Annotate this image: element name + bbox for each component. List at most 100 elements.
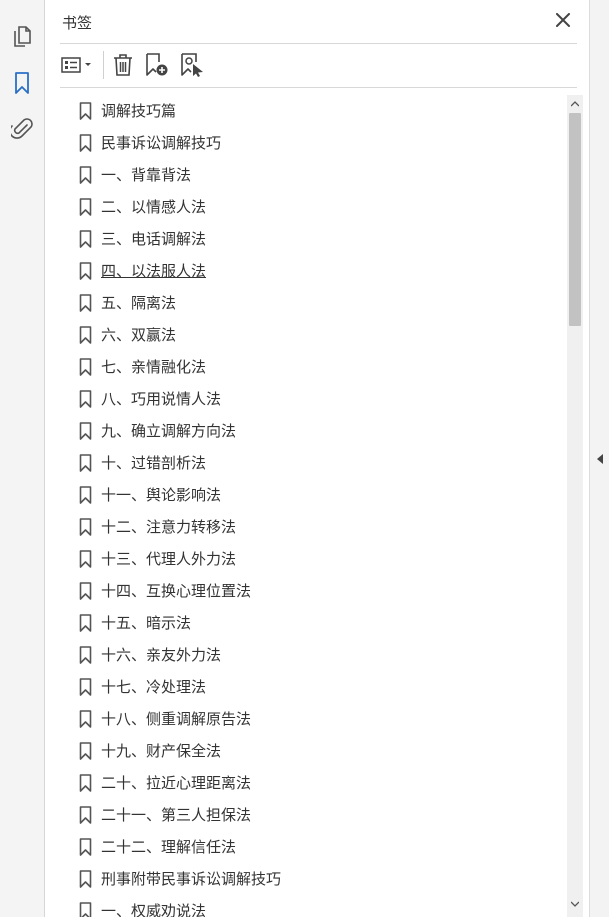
divider — [60, 87, 577, 88]
bookmark-icon — [79, 710, 92, 728]
bookmark-item[interactable]: 五、隔离法 — [60, 287, 564, 319]
new-bookmark-icon — [146, 53, 168, 76]
bookmark-label: 调解技巧篇 — [101, 102, 177, 120]
bookmark-icon — [79, 582, 92, 600]
bookmark-icon — [79, 678, 92, 696]
bookmark-item[interactable]: 十九、财产保全法 — [60, 735, 564, 767]
bookmark-item[interactable]: 一、背靠背法 — [60, 159, 564, 191]
bookmark-item[interactable]: 二、以情感人法 — [60, 191, 564, 223]
bookmark-label: 二十、拉近心理距离法 — [101, 774, 252, 792]
bookmark-icon — [79, 454, 92, 472]
bookmark-label: 民事诉讼调解技巧 — [101, 134, 222, 152]
collapse-strip — [589, 0, 609, 917]
bookmark-item[interactable]: 民事诉讼调解技巧 — [60, 127, 564, 159]
bookmark-item[interactable]: 四、以法服人法 — [60, 255, 564, 287]
bookmark-item[interactable]: 调解技巧篇 — [60, 95, 564, 127]
bookmark-item[interactable]: 十一、舆论影响法 — [60, 479, 564, 511]
bookmark-icon — [79, 102, 92, 120]
attachments-icon[interactable] — [9, 116, 35, 142]
collapse-arrow-icon[interactable] — [594, 450, 606, 468]
bookmark-icon — [79, 902, 92, 917]
bookmark-list: 调解技巧篇民事诉讼调解技巧 一、背靠背法 二、以情感人法 三、电话调解法 四、以法服人法… — [60, 95, 564, 917]
bookmarks-icon[interactable] — [9, 70, 35, 96]
scroll-down-arrow-icon[interactable] — [567, 896, 583, 912]
bookmark-icon — [79, 486, 92, 504]
bookmark-from-selection-icon — [181, 53, 203, 77]
bookmark-item[interactable]: 十三、代理人外力法 — [60, 543, 564, 575]
navigation-rail — [0, 0, 45, 917]
scrollbar-thumb[interactable] — [569, 113, 581, 326]
bookmark-item[interactable]: 九、确立调解方向法 — [60, 415, 564, 447]
bookmark-label: 一、背靠背法 — [101, 166, 192, 184]
bookmark-label: 九、确立调解方向法 — [101, 422, 237, 440]
bookmark-label: 三、电话调解法 — [101, 230, 207, 248]
bookmark-label: 十八、侧重调解原告法 — [101, 710, 252, 728]
delete-button[interactable] — [111, 52, 135, 78]
bookmark-icon — [79, 262, 92, 280]
bookmark-item[interactable]: 十四、互换心理位置法 — [60, 575, 564, 607]
bookmark-label: 十三、代理人外力法 — [101, 550, 237, 568]
bookmark-item[interactable]: 十、过错剖析法 — [60, 447, 564, 479]
bookmark-icon — [79, 134, 92, 152]
bookmark-item[interactable]: 二十一、第三人担保法 — [60, 799, 564, 831]
bookmark-icon — [79, 326, 92, 344]
new-bookmark-button[interactable] — [144, 52, 170, 78]
bookmark-icon — [79, 838, 92, 856]
panel-title: 书签 — [62, 14, 93, 32]
scrollbar[interactable] — [567, 95, 583, 917]
pages-icon[interactable] — [9, 23, 35, 49]
bookmark-label: 十九、财产保全法 — [101, 742, 222, 760]
close-icon[interactable] — [553, 10, 573, 30]
bookmark-icon — [79, 518, 92, 536]
divider — [60, 43, 577, 44]
bookmark-item[interactable]: 十五、暗示法 — [60, 607, 564, 639]
options-menu-icon — [61, 57, 91, 73]
bookmark-from-selection-button[interactable] — [179, 52, 205, 78]
toolbar-separator — [103, 51, 104, 79]
bookmark-icon — [79, 294, 92, 312]
bookmark-item[interactable]: 一、权威劝说法 — [60, 895, 564, 917]
bookmark-item[interactable]: 六、双赢法 — [60, 319, 564, 351]
bookmark-icon — [79, 422, 92, 440]
bookmark-label: 十六、亲友外力法 — [101, 646, 222, 664]
scroll-up-arrow-icon[interactable] — [567, 96, 583, 112]
bookmark-icon — [79, 198, 92, 216]
bookmark-label: 十四、互换心理位置法 — [101, 582, 252, 600]
bookmark-label: 二十二、理解信任法 — [101, 838, 237, 856]
bookmark-item[interactable]: 二十二、理解信任法 — [60, 831, 564, 863]
bookmark-item[interactable]: 十八、侧重调解原告法 — [60, 703, 564, 735]
bookmark-label: 十二、注意力转移法 — [101, 518, 237, 536]
bookmark-item[interactable]: 十二、注意力转移法 — [60, 511, 564, 543]
bookmark-label: 六、双赢法 — [101, 326, 177, 344]
bookmark-label: 七、亲情融化法 — [101, 358, 207, 376]
bookmark-item[interactable]: 三、电话调解法 — [60, 223, 564, 255]
bookmarks-panel: 书签 调解技巧篇 民事诉讼调解技巧 一、背靠背法 二、以情感人法 三、电话调解法… — [45, 0, 588, 917]
bookmark-icon — [79, 774, 92, 792]
bookmark-item[interactable]: 二十、拉近心理距离法 — [60, 767, 564, 799]
delete-icon — [114, 54, 132, 76]
bookmark-icon — [79, 390, 92, 408]
bookmark-item[interactable]: 七、亲情融化法 — [60, 351, 564, 383]
bookmark-icon — [79, 550, 92, 568]
bookmark-label: 十七、冷处理法 — [101, 678, 207, 696]
bookmark-label: 四、以法服人法 — [101, 262, 207, 280]
bookmark-label: 二十一、第三人担保法 — [101, 806, 252, 824]
bookmark-icon — [79, 742, 92, 760]
bookmark-icon — [79, 646, 92, 664]
bookmark-item[interactable]: 十六、亲友外力法 — [60, 639, 564, 671]
bookmark-label: 一、权威劝说法 — [101, 902, 207, 917]
bookmark-icon — [79, 870, 92, 888]
bookmark-icon — [79, 230, 92, 248]
bookmark-label: 十、过错剖析法 — [101, 454, 207, 472]
options-menu-button[interactable] — [60, 52, 96, 78]
bookmark-label: 十一、舆论影响法 — [101, 486, 222, 504]
bookmark-item[interactable]: 刑事附带民事诉讼调解技巧 — [60, 863, 564, 895]
bookmark-item[interactable]: 十七、冷处理法 — [60, 671, 564, 703]
bookmark-item[interactable]: 八、巧用说情人法 — [60, 383, 564, 415]
bookmark-label: 二、以情感人法 — [101, 198, 207, 216]
bookmark-icon — [79, 358, 92, 376]
bookmark-icon — [79, 166, 92, 184]
bookmark-label: 五、隔离法 — [101, 294, 177, 312]
bookmark-label: 八、巧用说情人法 — [101, 390, 222, 408]
bookmark-label: 十五、暗示法 — [101, 614, 192, 632]
